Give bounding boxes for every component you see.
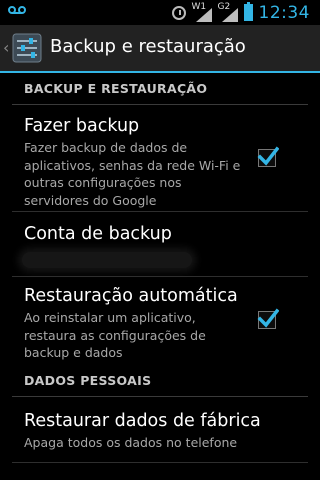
pref-account-title: Conta de backup <box>24 224 172 244</box>
auto-restore-checkbox[interactable] <box>257 308 279 329</box>
clock: 12:34 <box>258 2 310 23</box>
signal-icon: W1 <box>192 2 212 22</box>
pref-auto-restore[interactable]: Restauração automática Ao reinstalar um … <box>0 277 320 365</box>
pref-auto-restore-title: Restauração automática <box>24 286 238 306</box>
alarm-icon <box>171 5 186 20</box>
action-bar: ‹ Backup e restauração <box>0 25 320 73</box>
battery-icon <box>243 2 253 21</box>
pref-backup[interactable]: Fazer backup Fazer backup de dados de ap… <box>0 106 320 210</box>
status-bar: W1 G2 12:34 <box>0 0 320 25</box>
section-header-label: BACKUP E RESTAURAÇÃO <box>24 81 208 96</box>
voicemail-icon <box>8 4 26 16</box>
pref-auto-restore-summary: Ao reinstalar um aplicativo, restaura as… <box>24 310 206 360</box>
section-divider <box>12 396 308 397</box>
pref-factory-reset[interactable]: Restaurar dados de fábrica Apaga todos o… <box>0 398 320 462</box>
settings-icon[interactable] <box>12 33 42 63</box>
page-title: Backup e restauração <box>50 36 246 57</box>
up-caret-icon[interactable]: ‹ <box>3 38 9 57</box>
pref-backup-account[interactable]: Conta de backup <box>0 212 320 276</box>
divider <box>12 462 308 463</box>
pref-factory-reset-title: Restaurar dados de fábrica <box>24 411 261 431</box>
pref-factory-reset-summary: Apaga todos os dados no telefone <box>24 435 238 450</box>
section-header-backup: BACKUP E RESTAURAÇÃO <box>0 75 320 105</box>
backup-checkbox[interactable] <box>257 146 279 167</box>
pref-backup-title: Fazer backup <box>24 116 140 136</box>
section-header-personal: DADOS PESSOAIS <box>0 367 320 397</box>
account-value-redacted <box>22 252 192 268</box>
signal-icon: G2 <box>218 2 238 22</box>
section-divider <box>12 104 308 105</box>
pref-backup-summary: Fazer backup de dados de aplicativos, se… <box>24 140 241 208</box>
section-header-label: DADOS PESSOAIS <box>24 373 152 388</box>
